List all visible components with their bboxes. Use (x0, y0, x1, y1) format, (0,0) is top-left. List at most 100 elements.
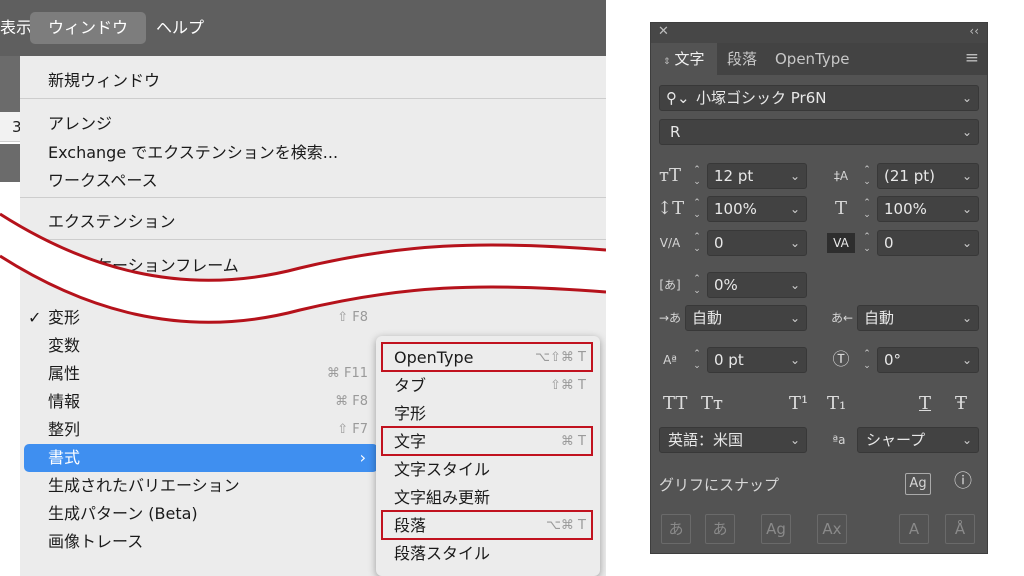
font-size-icon: ᴛT (659, 165, 681, 186)
menu-item-type[interactable]: 書式 › (24, 444, 378, 472)
menu-item-label: 文字 (394, 432, 427, 451)
horizontal-scale-icon: T (834, 198, 847, 219)
vertical-scale-stepper[interactable]: ⌃ ⌄ (689, 196, 705, 222)
menu-bar: 表示 ウィンドウ ヘルプ (0, 0, 606, 56)
submenu-item-paragraph[interactable]: 段落 ⌥⌘ T (376, 512, 600, 540)
underline-button[interactable]: T (919, 393, 931, 414)
font-style-field[interactable]: R ⌄ (659, 119, 979, 145)
menu-item-label: 整列 (48, 420, 81, 439)
font-family-field[interactable]: ⚲⌄ 小塚ゴシック Pr6N ⌄ (659, 85, 979, 111)
menu-window[interactable]: ウィンドウ (30, 12, 147, 44)
snap-glyph-bounds-button[interactable]: Ag (761, 514, 791, 544)
app-background: 3 (0, 56, 22, 576)
all-caps-button[interactable]: TT (663, 393, 687, 414)
leading-stepper[interactable]: ⌃ ⌄ (859, 163, 875, 189)
tsume-value: 0% (714, 276, 738, 294)
antialias-icon: ªa (832, 433, 846, 447)
menu-item-shortcut: ⌘ F8 (335, 394, 368, 409)
submenu-item-character[interactable]: 文字 ⌘ T (376, 428, 600, 456)
chevron-down-icon: ⌄ (789, 433, 800, 447)
rotation-field[interactable]: 0° ⌄ (877, 347, 979, 373)
rotation-stepper[interactable]: ⌃ ⌄ (859, 347, 875, 373)
menu-item-shortcut: ⌘ F11 (326, 366, 368, 381)
subscript-button[interactable]: T₁ (827, 393, 846, 414)
info-icon[interactable]: ⓘ (951, 472, 975, 492)
snap-proximity-guides-button[interactable]: Ax (817, 514, 847, 544)
menu-screenshot: 表示 ウィンドウ ヘルプ 3 新規ウィンドウ アレンジ Exchange でエク… (0, 0, 606, 576)
menu-item-arrange[interactable]: アレンジ (48, 110, 112, 134)
horizontal-scale-field[interactable]: 100% ⌄ (877, 196, 979, 222)
menu-item-label: 段落スタイル (394, 544, 491, 563)
menu-item-shortcut: ⇧ F7 (337, 422, 368, 437)
vertical-scale-icon: ↕T (657, 198, 685, 219)
baseline-shift-field[interactable]: 0 pt ⌄ (707, 347, 807, 373)
submenu-item-glyphs[interactable]: 字形 (376, 400, 600, 428)
antialias-field[interactable]: シャープ ⌄ (857, 427, 979, 453)
menu-item-extensions[interactable]: エクステンション (48, 208, 176, 232)
submenu-item-composition-update[interactable]: 文字組み更新 (376, 484, 600, 512)
tsume-stepper[interactable]: ⌃ ⌄ (689, 272, 705, 298)
antialias-value: シャープ (866, 431, 926, 449)
font-size-stepper[interactable]: ⌃ ⌄ (689, 163, 705, 189)
font-size-field[interactable]: 12 pt ⌄ (707, 163, 807, 189)
submenu-item-paragraph-styles[interactable]: 段落スタイル (376, 540, 600, 568)
glyph-snap-icon[interactable]: Ag (905, 473, 931, 495)
leading-field[interactable]: (21 pt) ⌄ (877, 163, 979, 189)
menu-item-application-frame[interactable]: アプリケーションフレーム (48, 252, 239, 276)
baseline-shift-stepper[interactable]: ⌃ ⌄ (689, 347, 705, 373)
menu-item-generative-pattern[interactable]: 生成パターン (Beta) (20, 500, 382, 528)
aki-before-field[interactable]: 自動 ⌄ (685, 305, 807, 331)
search-icon: ⚲⌄ (666, 89, 690, 107)
horizontal-scale-value: 100% (884, 200, 927, 218)
tracking-field[interactable]: 0 ⌄ (877, 230, 979, 256)
chevron-right-icon: › (359, 448, 366, 467)
menu-item-info[interactable]: 情報 ⌘ F8 (20, 388, 382, 416)
snap-x-height-button[interactable]: あ (705, 514, 735, 544)
chevron-down-icon: ⌄ (789, 353, 800, 367)
small-caps-button[interactable]: Tт (701, 393, 723, 414)
menu-item-workspace[interactable]: ワークスペース (48, 167, 158, 191)
chevron-down-icon: ⌄ (961, 91, 972, 105)
vertical-scale-field[interactable]: 100% ⌄ (707, 196, 807, 222)
menu-item-generated-variations[interactable]: 生成されたバリエーション (20, 472, 382, 500)
submenu-item-opentype[interactable]: OpenType ⌥⇧⌘ T (376, 344, 600, 372)
app-control-strip: 3 (0, 112, 22, 142)
kerning-field[interactable]: 0 ⌄ (707, 230, 807, 256)
chevron-down-icon: ⌄ (961, 311, 972, 325)
tab-opentype[interactable]: OpenType (763, 43, 862, 75)
snap-to-glyph-label: グリフにスナップ (659, 476, 780, 494)
submenu-item-character-styles[interactable]: 文字スタイル (376, 456, 600, 484)
horizontal-scale-stepper[interactable]: ⌃ ⌄ (859, 196, 875, 222)
menu-item-label: タブ (394, 376, 427, 395)
menu-view[interactable]: 表示 (0, 0, 32, 56)
snap-anchor-point-button[interactable]: Å (945, 514, 975, 544)
panel-menu-icon[interactable]: ≡ (965, 48, 979, 68)
menu-item-align[interactable]: 整列 ⇧ F7 (20, 416, 382, 444)
menu-item-exchange[interactable]: Exchange でエクステンションを検索... (48, 139, 338, 163)
tsume-field[interactable]: 0% ⌄ (707, 272, 807, 298)
snap-baseline-button[interactable]: あ (661, 514, 691, 544)
updown-icon: ⇕ (663, 57, 671, 67)
language-field[interactable]: 英語：米国 ⌄ (659, 427, 807, 453)
snap-angular-guides-button[interactable]: A (899, 514, 929, 544)
menu-help[interactable]: ヘルプ (156, 0, 204, 56)
menu-item-new-window[interactable]: 新規ウィンドウ (48, 67, 160, 91)
app-toolbar-strip (0, 56, 20, 112)
tracking-stepper[interactable]: ⌃ ⌄ (859, 230, 875, 256)
menu-item-transform[interactable]: ✓ 変形 ⇧ F8 (20, 304, 382, 332)
menu-item-attributes[interactable]: 属性 ⌘ F11 (20, 360, 382, 388)
close-icon[interactable]: ✕ (658, 24, 669, 39)
menu-item-image-trace[interactable]: 画像トレース (20, 528, 382, 556)
tab-character[interactable]: ⇕ 文字 (651, 43, 717, 75)
submenu-item-tabs[interactable]: タブ ⇧⌘ T (376, 372, 600, 400)
menu-item-variables[interactable]: 変数 (20, 332, 382, 360)
menu-item-label: 書式 (48, 448, 81, 467)
kerning-stepper[interactable]: ⌃ ⌄ (689, 230, 705, 256)
tracking-value: 0 (884, 234, 894, 252)
baseline-shift-value: 0 pt (714, 351, 744, 369)
aki-after-field[interactable]: 自動 ⌄ (857, 305, 979, 331)
tab-paragraph[interactable]: 段落 (715, 43, 769, 75)
strikethrough-button[interactable]: Ŧ (955, 393, 967, 414)
collapse-icon[interactable]: ‹‹ (969, 24, 979, 38)
superscript-button[interactable]: T¹ (789, 393, 808, 414)
